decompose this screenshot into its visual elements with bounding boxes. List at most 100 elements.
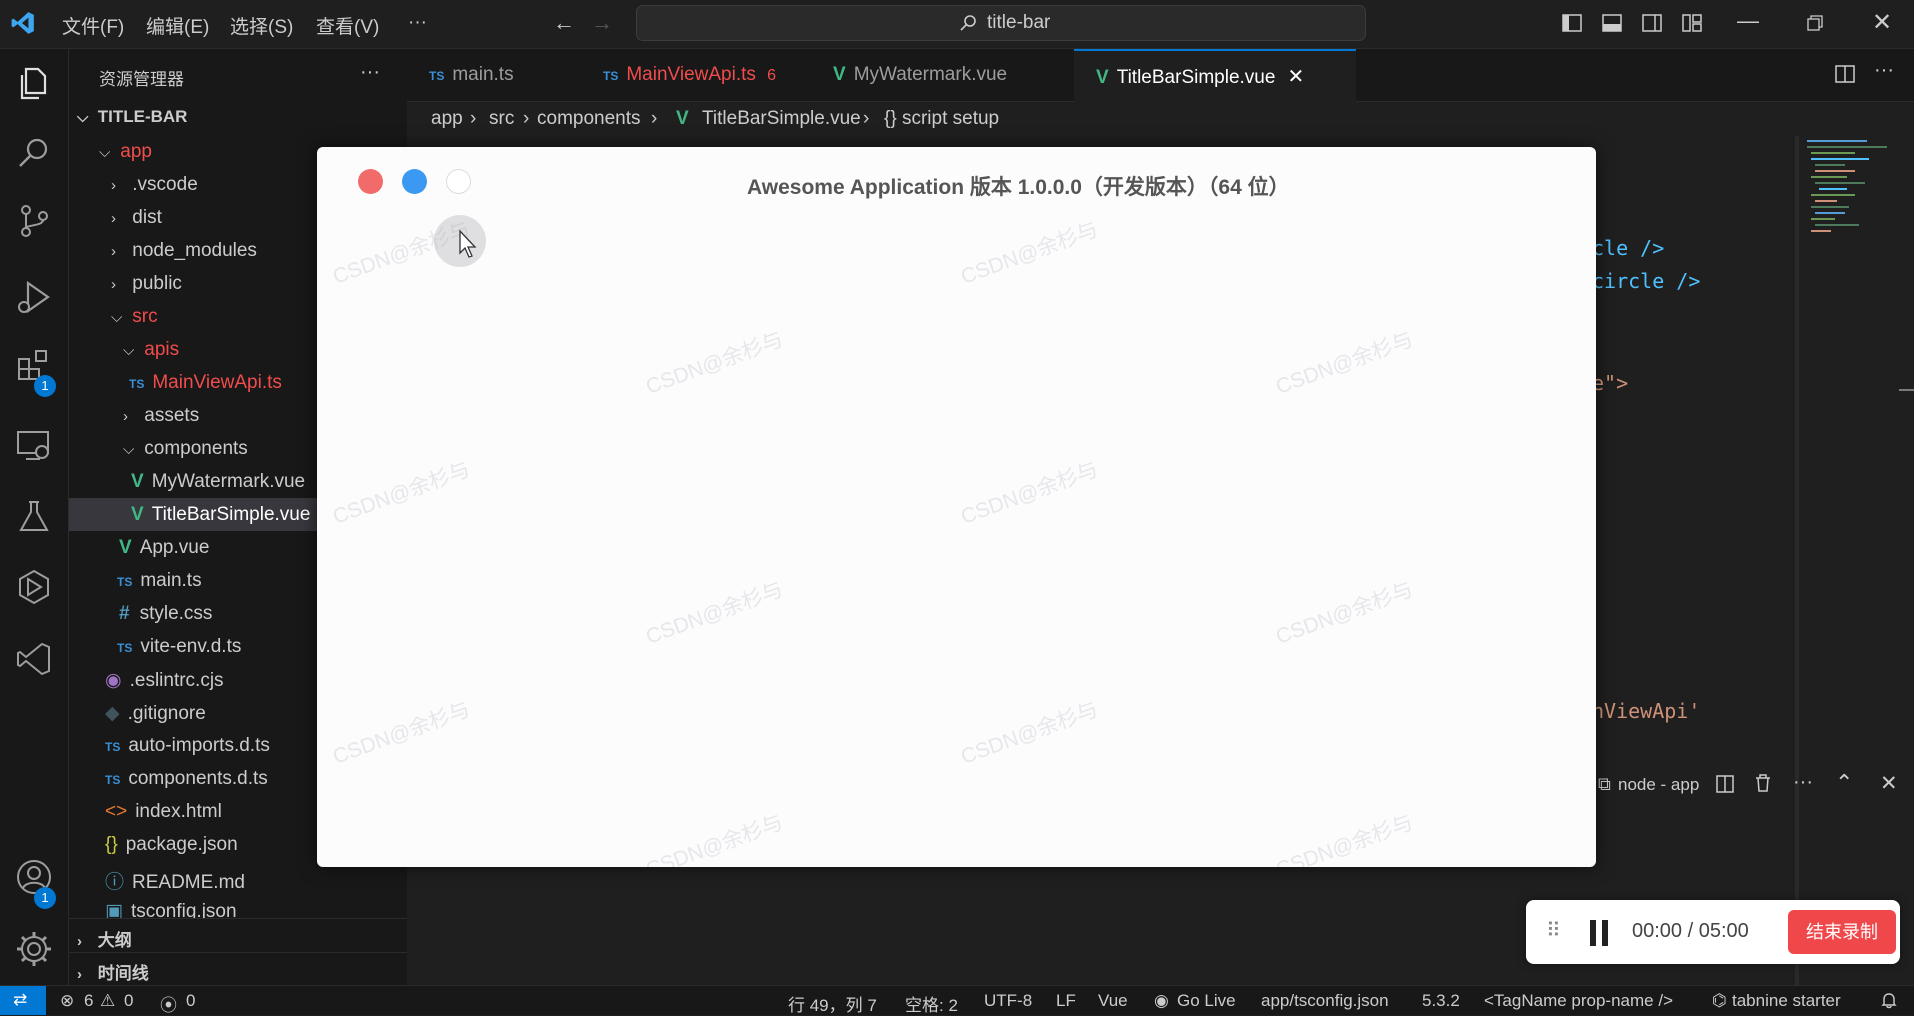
tree-file-app-vue[interactable]: V App.vue <box>119 537 209 559</box>
menu-edit[interactable]: 编辑(E) <box>146 12 209 39</box>
language-mode[interactable]: Vue <box>1098 991 1128 1011</box>
terminal-name[interactable]: node - app <box>1618 775 1699 795</box>
tree-folder-node-modules[interactable]: › node_modules <box>111 240 257 262</box>
trash-icon[interactable] <box>1753 773 1773 793</box>
remote-explorer-icon[interactable] <box>14 425 54 465</box>
go-live[interactable]: Go Live <box>1177 991 1236 1011</box>
tree-folder-dist[interactable]: › dist <box>111 207 162 229</box>
run-debug-icon[interactable] <box>14 277 54 317</box>
forward-arrow-icon[interactable]: → <box>591 10 613 36</box>
tree-file-auto-imports[interactable]: TS auto-imports.d.ts <box>105 735 270 757</box>
close-button[interactable] <box>358 169 383 194</box>
maximize-button[interactable] <box>446 169 471 194</box>
breadcrumb-src[interactable]: src <box>489 108 514 130</box>
ts-version[interactable]: 5.3.2 <box>1422 991 1460 1011</box>
tab-mywatermark[interactable]: V MyWatermark.vue <box>813 49 1073 101</box>
ports-count[interactable]: 0 <box>186 991 195 1011</box>
tree-file-mywatermark[interactable]: V MyWatermark.vue <box>131 471 305 493</box>
tab-label: TitleBarSimple.vue <box>1116 67 1276 88</box>
settings-gear-icon[interactable] <box>14 929 54 969</box>
watermark: CSDN@余杉与 <box>1272 578 1416 649</box>
chevron-right-icon: › <box>123 408 128 425</box>
tree-folder-components[interactable]: ⌵ components <box>123 438 248 460</box>
tree-folder-apis[interactable]: ⌵ apis <box>123 339 179 361</box>
tree-file-mainviewapi[interactable]: TS MainViewApi.ts <box>129 372 282 394</box>
panel-more-button[interactable]: ··· <box>1793 771 1813 794</box>
editor-more-button[interactable]: ··· <box>1874 59 1894 82</box>
tree-file-index-html[interactable]: <> index.html <box>105 801 222 823</box>
tree-folder-app[interactable]: ⌵ app <box>99 141 152 163</box>
restore-window-icon[interactable] <box>1806 14 1824 32</box>
tree-folder-src[interactable]: ⌵ src <box>111 306 158 328</box>
cursor-position[interactable]: 行 49，列 7 <box>788 991 877 1016</box>
testing-flask-icon[interactable] <box>14 497 54 537</box>
indentation[interactable]: 空格: 2 <box>905 991 958 1016</box>
source-control-icon[interactable] <box>14 201 54 241</box>
maximize-panel-icon[interactable]: ⌃ <box>1835 770 1853 796</box>
pause-button[interactable] <box>1587 920 1613 946</box>
tree-file-style-css[interactable]: # style.css <box>119 603 212 625</box>
split-terminal-icon[interactable] <box>1715 774 1735 794</box>
tagname-format[interactable]: <TagName prop-name /> <box>1484 991 1673 1011</box>
tree-file-package-json[interactable]: {} package.json <box>105 834 238 856</box>
error-count[interactable]: 6 <box>84 991 93 1011</box>
tree-file-eslintrc[interactable]: ◉ .eslintrc.cjs <box>105 669 224 692</box>
drag-handle-icon[interactable]: ⠿ <box>1546 918 1561 943</box>
command-center-search[interactable]: title-bar <box>636 5 1366 41</box>
toggle-panel-icon[interactable] <box>1601 12 1623 34</box>
warning-count[interactable]: 0 <box>124 991 133 1011</box>
close-window-icon[interactable]: ✕ <box>1872 8 1892 37</box>
notifications-bell-icon[interactable] <box>1880 991 1898 1009</box>
chevron-right-icon: › <box>523 108 530 129</box>
tab-mainviewapi[interactable]: TS MainViewApi.ts 6 <box>583 49 833 101</box>
encoding[interactable]: UTF-8 <box>984 991 1032 1011</box>
tree-file-main-ts[interactable]: TS main.ts <box>117 570 202 592</box>
tab-close-icon[interactable]: ✕ <box>1287 66 1304 88</box>
tab-titlebarsimple[interactable]: V TitleBarSimple.vue ✕ <box>1074 49 1356 103</box>
close-panel-icon[interactable]: ✕ <box>1880 771 1898 796</box>
remote-indicator[interactable]: ⇄ <box>0 986 46 1015</box>
breadcrumb-app[interactable]: app <box>431 108 463 130</box>
customize-layout-icon[interactable] <box>1681 12 1703 34</box>
minimize-window-icon[interactable]: — <box>1737 8 1759 34</box>
explorer-more-button[interactable]: ··· <box>360 61 380 84</box>
menu-view[interactable]: 查看(V) <box>316 12 379 39</box>
watermark: CSDN@余杉与 <box>1272 328 1416 399</box>
tree-file-readme[interactable]: ⓘ README.md <box>105 867 245 894</box>
stop-recording-button[interactable]: 结束录制 <box>1788 910 1896 954</box>
explorer-icon[interactable] <box>14 63 54 103</box>
tree-file-components-d-ts[interactable]: TS components.d.ts <box>105 768 268 790</box>
minimap[interactable] <box>1799 136 1914 356</box>
tree-file-vite-env[interactable]: TS vite-env.d.ts <box>117 636 241 658</box>
tabnine-status[interactable]: tabnine starter <box>1732 991 1841 1011</box>
tree-label: assets <box>144 405 200 426</box>
tree-file-tsconfig[interactable]: ▣ tsconfig.json <box>105 900 237 918</box>
menu-file[interactable]: 文件(F) <box>62 12 124 39</box>
breadcrumb-file[interactable]: TitleBarSimple.vue <box>702 108 861 130</box>
toggle-sidebar-icon[interactable] <box>1561 12 1583 34</box>
tree-file-titlebarsimple[interactable]: V TitleBarSimple.vue <box>131 504 310 526</box>
minimize-button[interactable] <box>402 169 427 194</box>
tree-folder-assets[interactable]: › assets <box>123 405 199 427</box>
gitlens-icon[interactable] <box>14 567 54 607</box>
visual-studio-icon[interactable] <box>14 639 54 679</box>
back-arrow-icon[interactable]: ← <box>553 10 575 36</box>
project-root[interactable]: ⌵ TITLE-BAR <box>77 107 187 127</box>
tree-folder-vscode[interactable]: › .vscode <box>111 174 198 196</box>
menu-more[interactable]: ··· <box>408 12 427 34</box>
tab-main-ts[interactable]: TS main.ts <box>407 49 605 101</box>
split-editor-icon[interactable] <box>1834 63 1856 85</box>
typescript-file-icon: TS <box>117 641 133 655</box>
breadcrumb-components[interactable]: components <box>537 108 641 130</box>
tsconfig-path[interactable]: app/tsconfig.json <box>1261 991 1389 1011</box>
search-view-icon[interactable] <box>14 133 54 173</box>
menu-selection[interactable]: 选择(S) <box>230 12 293 39</box>
timeline-section[interactable]: › 时间线 <box>77 959 149 984</box>
toggle-secondary-sidebar-icon[interactable] <box>1641 12 1663 34</box>
html-file-icon: <> <box>105 801 128 822</box>
tree-folder-public[interactable]: › public <box>111 273 182 295</box>
outline-section[interactable]: › 大纲 <box>77 926 132 951</box>
line-ending[interactable]: LF <box>1056 991 1076 1011</box>
tree-file-gitignore[interactable]: ◆ .gitignore <box>105 702 206 725</box>
breadcrumb-symbol[interactable]: {} script setup <box>884 108 999 130</box>
